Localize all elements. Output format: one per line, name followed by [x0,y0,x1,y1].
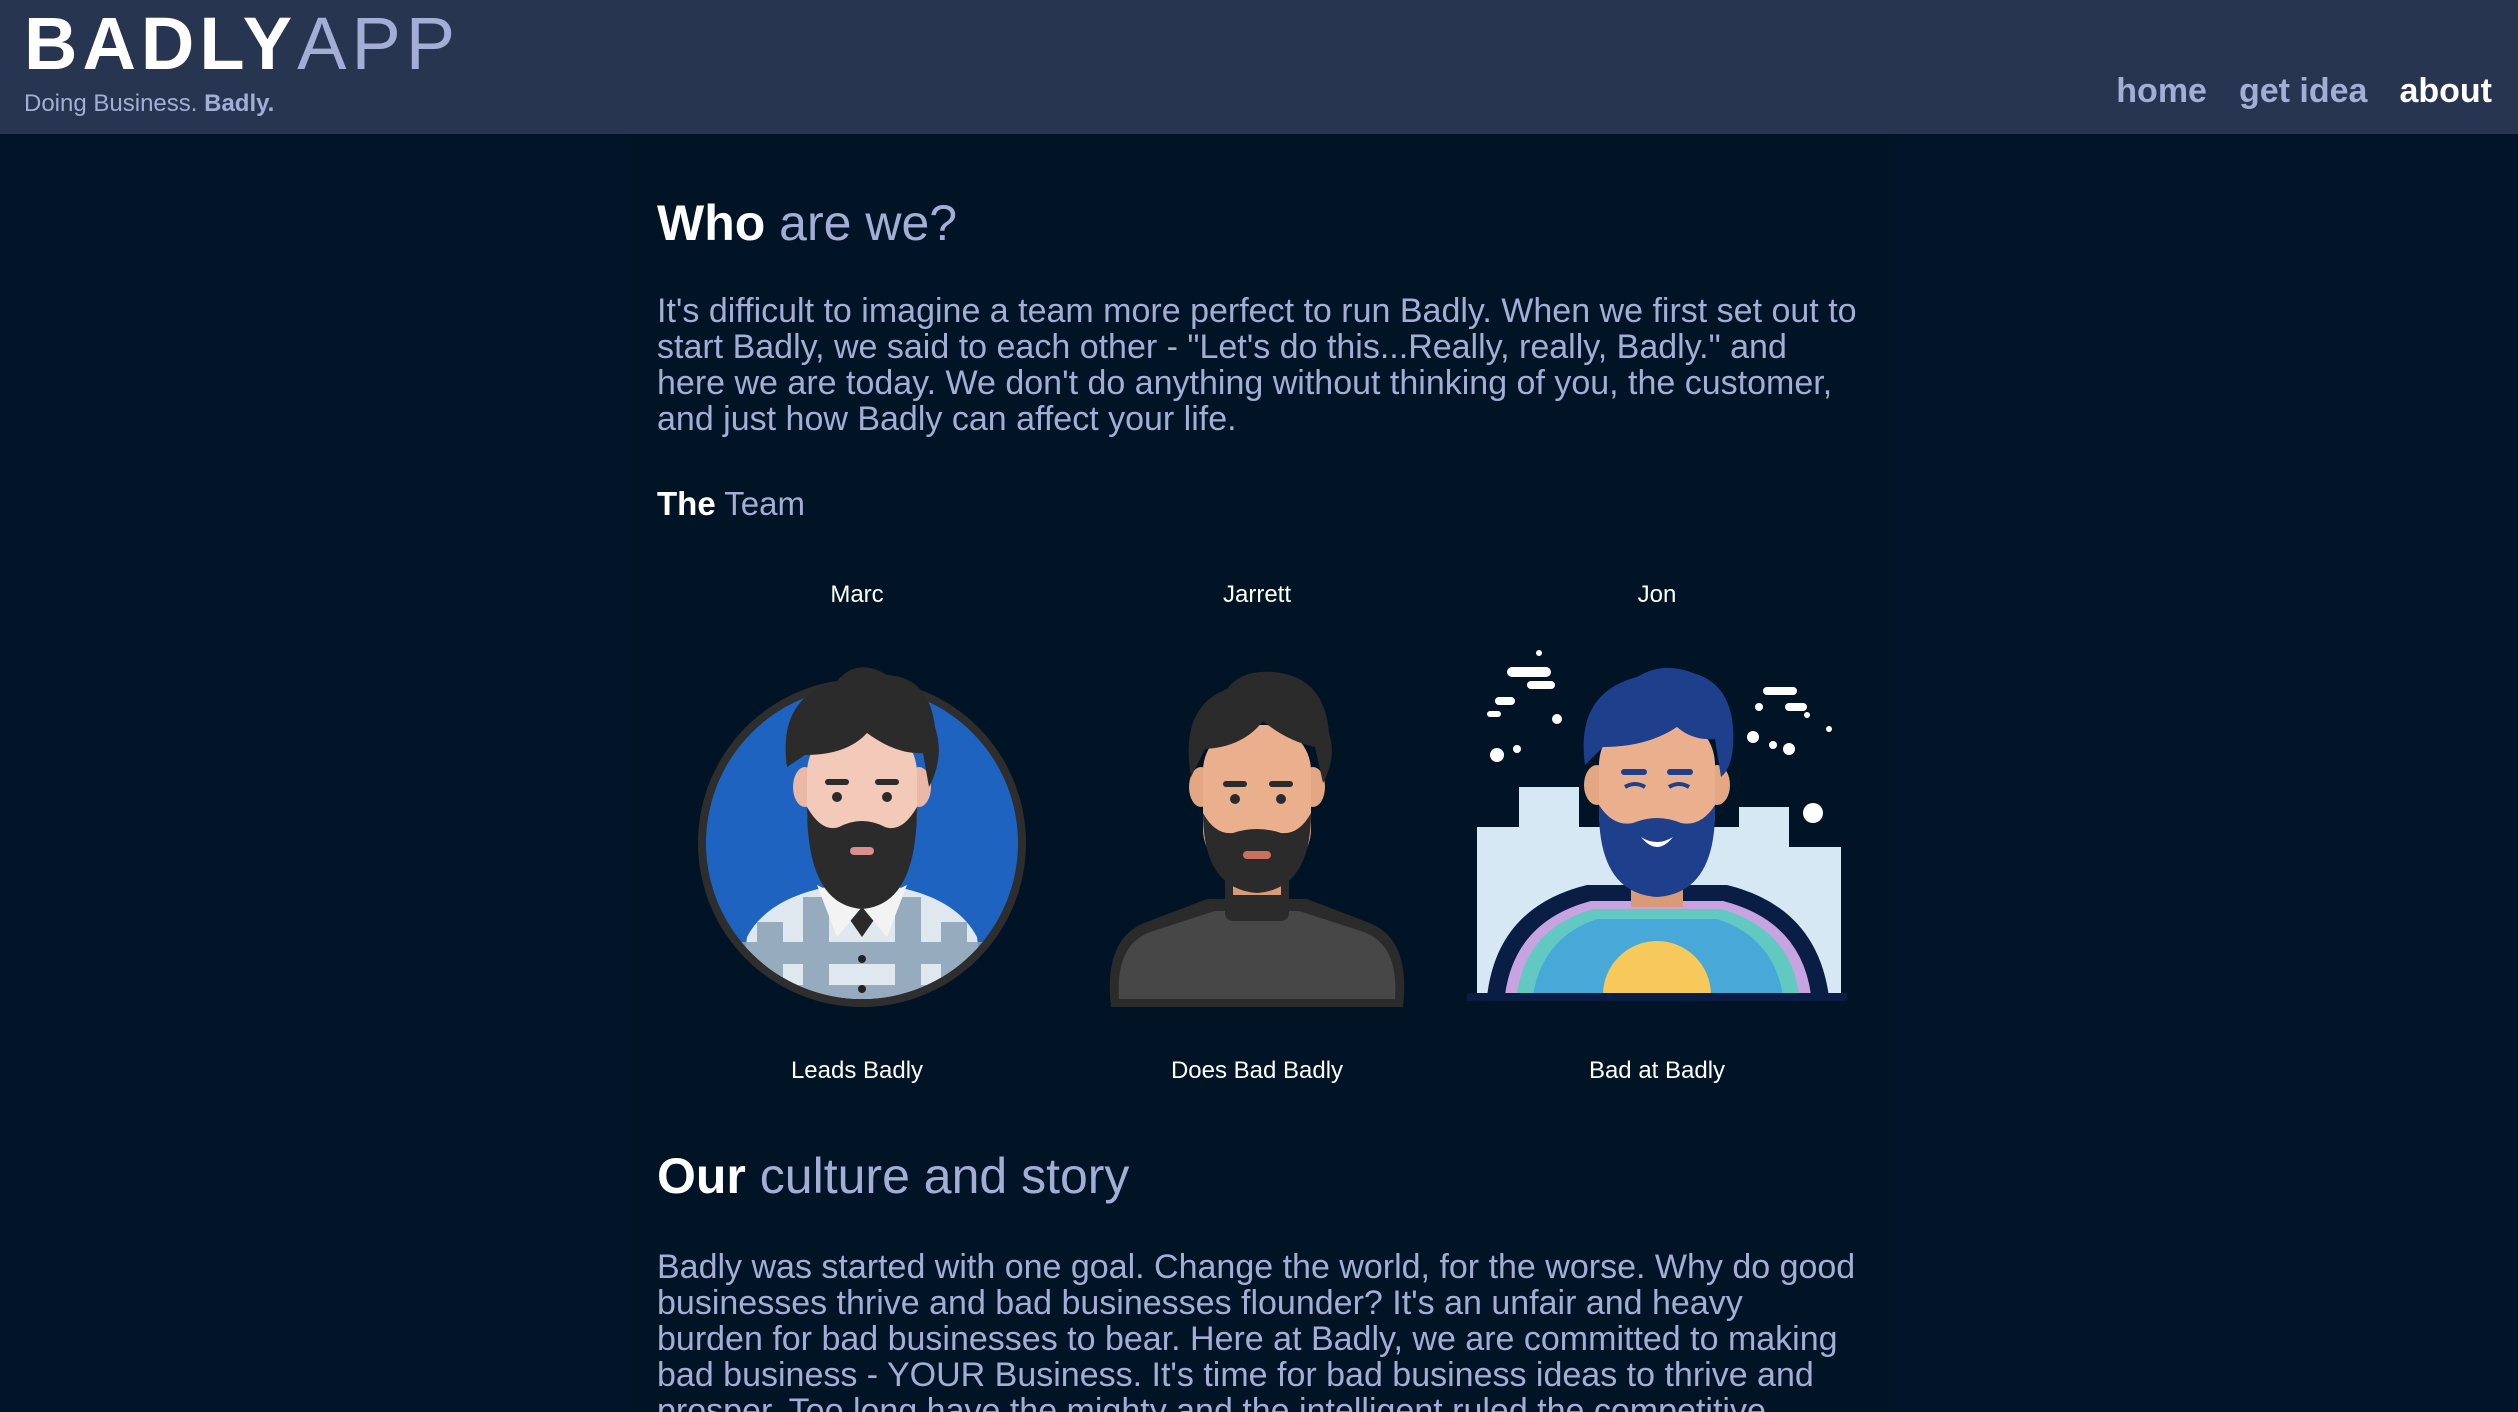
logo-light: APP [297,2,461,85]
main-content: Who are we? It's difficult to imagine a … [625,134,1889,1412]
logo[interactable]: BADLYAPP [24,6,460,82]
member-role: Leads Badly [790,1057,924,1084]
bearded-man-turtleneck-avatar-icon [1067,637,1447,1017]
team-heading-rest: Team [715,485,805,522]
member-name: Jon [1637,581,1677,608]
team-member-jarrett: Jarrett Does Bad Badly [1057,581,1457,1085]
bearded-man-plaid-avatar-icon [667,637,1047,1017]
brand[interactable]: BADLYAPP Doing Business. Badly. [24,6,460,118]
culture-heading-bold: Our [657,1148,746,1204]
member-name: Jarrett [1222,581,1291,608]
main-nav: home get idea about [2116,72,2492,111]
member-name: Marc [830,581,884,608]
top-nav-bar: BADLYAPP Doing Business. Badly. home get… [0,0,2518,134]
member-role: Does Bad Badly [1170,1057,1344,1084]
bearded-man-winter-avatar-icon [1467,637,1847,1017]
member-role: Bad at Badly [1588,1057,1726,1084]
culture-paragraph: Badly was started with one goal. Change … [657,1248,1856,1412]
nav-home-link[interactable]: home [2116,72,2207,111]
team-heading-bold: The [657,485,716,522]
team-grid: Marc Leads Badly Jarrett Does Bad Badly … [657,581,1857,1085]
nav-about-link[interactable]: about [2399,72,2492,111]
culture-heading-rest: culture and story [745,1148,1130,1204]
who-heading-rest: are we? [765,195,958,251]
who-heading: Who are we? [657,194,1857,252]
team-heading: The Team [657,485,1857,523]
tagline-bold: Badly. [204,90,275,117]
logo-bold: BADLY [24,2,298,85]
tagline-prefix: Doing Business. [24,90,198,117]
team-member-jon: Jon Bad at Badly [1457,581,1857,1085]
culture-heading: Our culture and story [657,1147,1857,1205]
who-heading-bold: Who [657,195,766,251]
nav-get-idea-link[interactable]: get idea [2239,72,2367,111]
intro-paragraph: It's difficult to imagine a team more pe… [657,292,1857,438]
tagline: Doing Business. Badly. [24,90,460,118]
team-member-marc: Marc Leads Badly [657,581,1057,1085]
